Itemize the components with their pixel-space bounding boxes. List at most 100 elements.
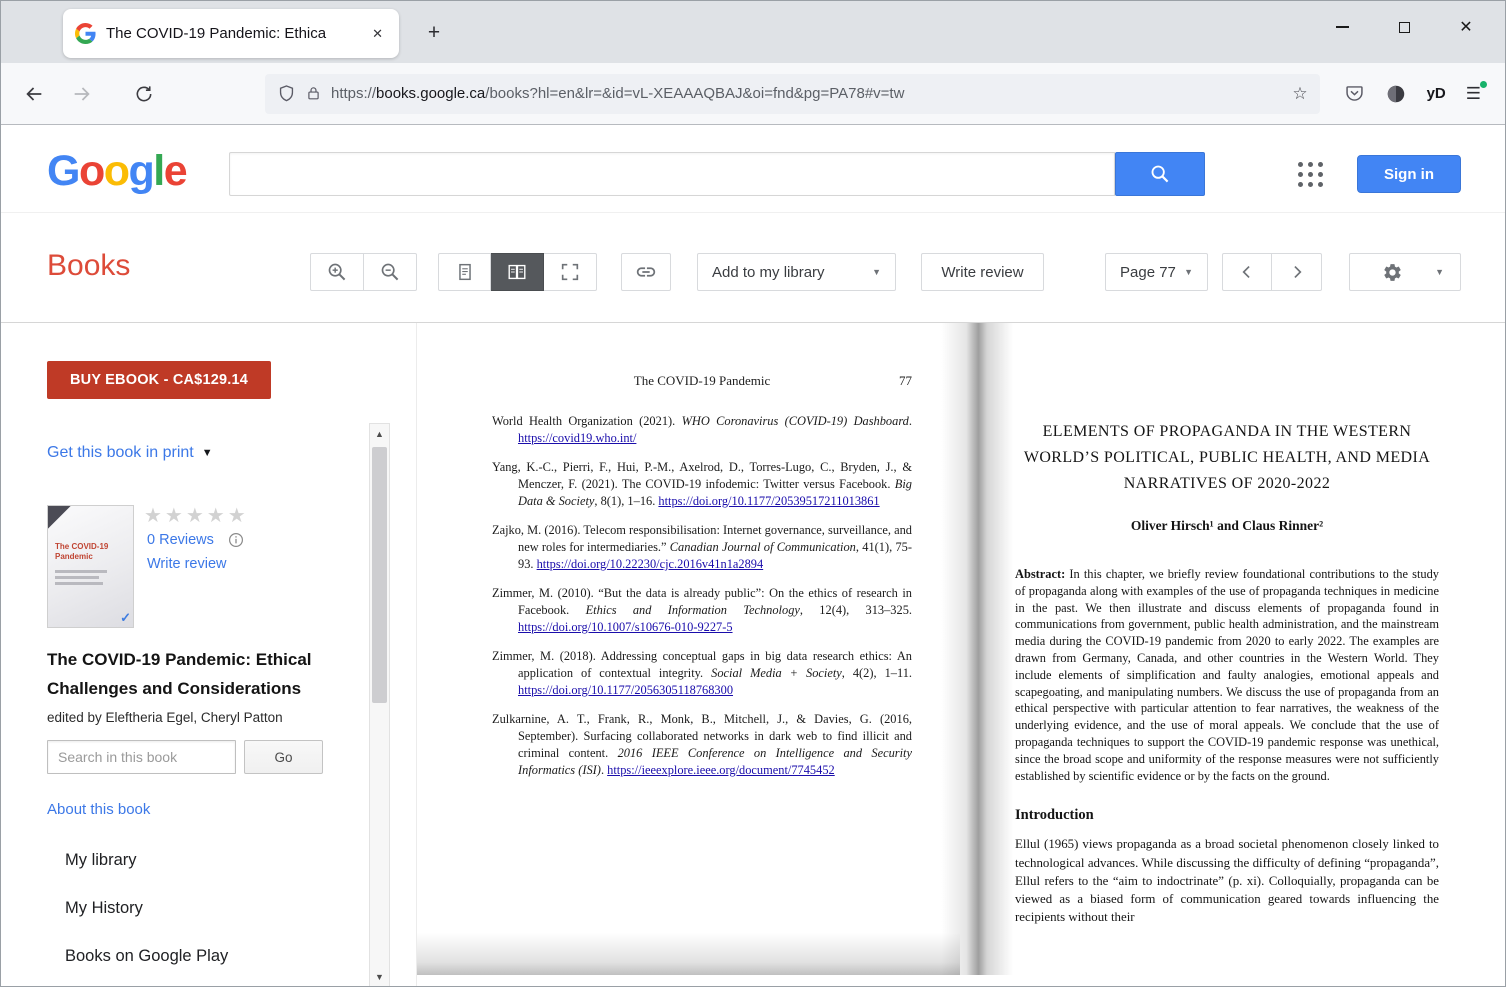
reference-link[interactable]: https://doi.org/10.1177/2056305118768300	[518, 683, 733, 697]
google-favicon-icon	[75, 23, 96, 44]
sidebar-scrollbar[interactable]: ▲ ▼	[369, 423, 390, 986]
profile-label[interactable]: yD	[1427, 85, 1446, 102]
next-page-button[interactable]	[1272, 253, 1322, 291]
menu-button[interactable]: ☰	[1466, 79, 1488, 104]
scroll-up-icon[interactable]: ▲	[370, 424, 389, 444]
pocket-icon[interactable]	[1344, 83, 1365, 104]
scroll-down-icon[interactable]: ▼	[370, 967, 389, 986]
zoom-in-button[interactable]	[310, 253, 364, 291]
cover-subtitle-bar	[55, 576, 99, 579]
google-search-button[interactable]	[1115, 152, 1205, 196]
star-rating[interactable]: ★★★★★	[144, 503, 249, 528]
book-viewer: The COVID-19 Pandemic 77 World Health Or…	[416, 323, 1505, 986]
about-this-book-link[interactable]: About this book	[47, 801, 150, 818]
chevron-down-icon: ▼	[1184, 267, 1193, 277]
single-page-view-button[interactable]	[438, 253, 491, 291]
fullscreen-icon	[561, 263, 579, 281]
window-controls: ✕	[1311, 1, 1497, 53]
sign-in-button[interactable]: Sign in	[1357, 155, 1461, 193]
back-button[interactable]	[15, 75, 53, 113]
reference-source: WHO Coronavirus (COVID-19) Dashboard	[681, 414, 909, 428]
books-toolbar: Books Add to my library ▼ Write review P…	[1, 213, 1505, 323]
forward-button[interactable]	[63, 75, 101, 113]
book-page-left: The COVID-19 Pandemic 77 World Health Or…	[417, 323, 960, 975]
url-text: https://books.google.ca/books?hl=en&lr=&…	[331, 85, 1283, 102]
bookmark-star-icon[interactable]: ☆	[1292, 84, 1307, 104]
sidebar-item-my-history[interactable]: My History	[65, 899, 143, 918]
two-page-icon	[508, 264, 526, 280]
reload-button[interactable]	[125, 75, 163, 113]
minimize-button[interactable]	[1311, 1, 1373, 53]
url-domain: books.google.ca	[376, 85, 486, 102]
add-to-library-button[interactable]: Add to my library ▼	[697, 253, 896, 291]
buy-ebook-button[interactable]: BUY EBOOK - CA$129.14	[47, 361, 271, 399]
cover-subtitle-bar	[55, 570, 107, 573]
browser-tab[interactable]: The COVID-19 Pandemic: Ethica ✕	[63, 9, 399, 58]
reference-text: World Health Organization (2021).	[492, 414, 682, 428]
zoom-in-icon	[328, 263, 346, 281]
reference-link[interactable]: https://doi.org/10.1007/s10676-010-9227-…	[518, 620, 733, 634]
previous-page-button[interactable]	[1222, 253, 1272, 291]
navbar-right-icons: yD ☰	[1334, 79, 1491, 105]
get-link-button[interactable]	[621, 253, 671, 291]
chapter-title: ELEMENTS OF PROPAGANDA IN THE WESTERN WO…	[1023, 423, 1431, 492]
extension-icon[interactable]	[1385, 83, 1407, 105]
search-in-book-input[interactable]	[47, 740, 236, 774]
close-icon: ✕	[1459, 19, 1473, 36]
scrollbar-thumb[interactable]	[372, 447, 387, 703]
cover-subtitle-bar	[55, 582, 103, 585]
reference-text: , 4(2), 1–11.	[841, 666, 912, 680]
settings-button[interactable]: ▼	[1349, 253, 1461, 291]
chevron-right-icon	[1293, 265, 1302, 279]
google-logo[interactable]: G o o g l e	[47, 147, 188, 196]
book-page-right: ELEMENTS OF PROPAGANDA IN THE WESTERN WO…	[977, 323, 1505, 986]
logo-letter: g	[128, 147, 155, 195]
info-icon[interactable]	[228, 532, 244, 548]
apps-grid-icon[interactable]	[1298, 162, 1323, 187]
url-bar[interactable]: https://books.google.ca/books?hl=en&lr=&…	[265, 73, 1320, 114]
reference-text: , 8(1), 1–16.	[594, 494, 659, 508]
chevron-down-icon: ▼	[1435, 267, 1444, 277]
forward-arrow-icon	[74, 86, 90, 101]
sidebar-item-my-library[interactable]: My library	[65, 851, 137, 870]
reference-source: Ethics and Information Technology	[585, 603, 800, 617]
write-review-button[interactable]: Write review	[921, 253, 1044, 291]
reference-link[interactable]: https://covid19.who.int/	[518, 431, 636, 445]
book-cover-thumbnail[interactable]: The COVID-19 Pandemic ✓	[47, 505, 134, 628]
close-tab-icon[interactable]: ✕	[368, 24, 387, 44]
new-tab-button[interactable]: +	[417, 16, 451, 50]
reference-text: , 12(4), 313–325.	[799, 603, 912, 617]
reference-link[interactable]: https://doi.org/10.22230/cjc.2016v41n1a2…	[537, 557, 764, 571]
two-page-view-button[interactable]	[491, 253, 544, 291]
close-window-button[interactable]: ✕	[1435, 1, 1497, 53]
running-title: The COVID-19 Pandemic	[633, 373, 771, 388]
google-search-input[interactable]	[229, 152, 1115, 196]
zoom-button-group	[310, 253, 417, 291]
single-page-icon	[458, 263, 471, 281]
page-view-button-group	[438, 253, 597, 291]
page-bottom-shadow	[417, 933, 960, 975]
page-content: BUY EBOOK - CA$129.14 Get this book in p…	[1, 323, 1505, 986]
reviews-count-link[interactable]: 0 Reviews	[147, 532, 214, 548]
sidebar-item-books-on-google-play[interactable]: Books on Google Play	[65, 947, 228, 966]
go-button[interactable]: Go	[244, 740, 323, 774]
reference-item: Zajko, M. (2016). Telecom responsibilisa…	[492, 522, 912, 573]
zoom-out-icon	[381, 263, 399, 281]
reference-link[interactable]: https://ieeexplore.ieee.org/document/774…	[607, 763, 835, 777]
logo-letter: o	[78, 147, 105, 195]
page-nav-button-group	[1222, 253, 1322, 291]
maximize-button[interactable]	[1373, 1, 1435, 53]
fullscreen-button[interactable]	[544, 253, 597, 291]
zoom-out-button[interactable]	[364, 253, 417, 291]
get-book-in-print-link[interactable]: Get this book in print ▼	[47, 444, 213, 462]
reference-item: World Health Organization (2021). WHO Co…	[492, 413, 912, 447]
page-selector-button[interactable]: Page 77 ▼	[1105, 253, 1208, 291]
books-logo[interactable]: Books	[47, 249, 130, 283]
section-paragraph: Ellul (1965) views propaganda as a broad…	[1015, 837, 1439, 925]
write-review-link[interactable]: Write review	[147, 556, 227, 572]
book-title: The COVID-19 Pandemic: Ethical Challenge…	[47, 650, 312, 698]
reference-item: Yang, K.-C., Pierri, F., Hui, P.-M., Axe…	[492, 459, 912, 510]
maximize-icon	[1398, 21, 1410, 33]
reference-link[interactable]: https://doi.org/10.1177/2053951721101386…	[658, 494, 879, 508]
reference-item: Zimmer, M. (2010). “But the data is alre…	[492, 585, 912, 636]
